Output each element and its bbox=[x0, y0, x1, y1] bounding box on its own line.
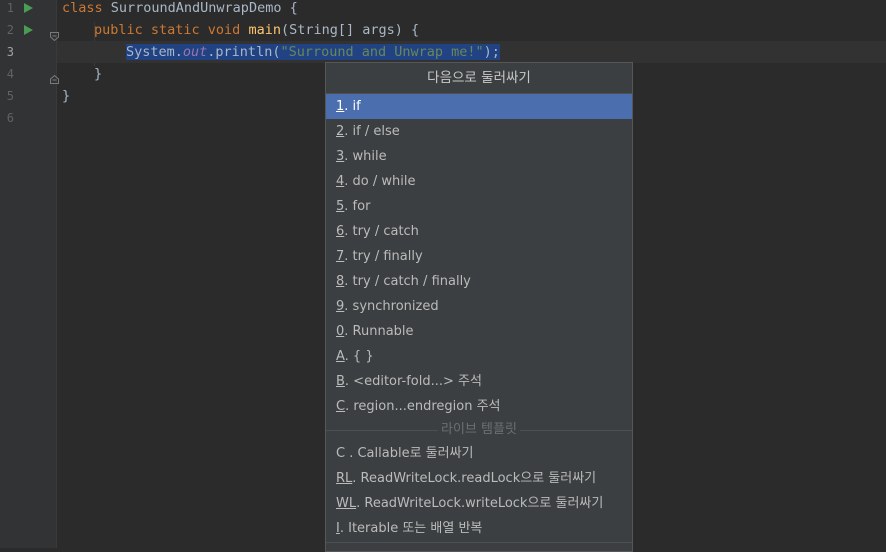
code-text: .println( bbox=[207, 44, 281, 60]
surround-item-while[interactable]: 3. while bbox=[326, 144, 632, 169]
surround-item-braces[interactable]: A. { } bbox=[326, 344, 632, 369]
surround-item-try-catch-finally[interactable]: 8. try / catch / finally bbox=[326, 269, 632, 294]
live-templates-separator: 라이브 템플릿 bbox=[326, 419, 632, 441]
item-label: . try / finally bbox=[344, 249, 423, 264]
surround-item-for[interactable]: 5. for bbox=[326, 194, 632, 219]
item-label: . for bbox=[344, 199, 371, 214]
item-label: . if bbox=[344, 99, 361, 114]
popup-title: 다음으로 둘러싸기 bbox=[326, 63, 632, 94]
mnemonic: C bbox=[336, 399, 346, 414]
run-class-icon[interactable] bbox=[22, 2, 34, 14]
line-number[interactable]: 5 bbox=[0, 85, 14, 107]
closing-brace: } bbox=[62, 88, 71, 104]
template-item-iterable[interactable]: I. Iterable 또는 배열 반복 bbox=[326, 516, 632, 541]
popup-bottom-edge bbox=[326, 542, 632, 543]
code-line-1[interactable]: class SurroundAndUnwrapDemo { bbox=[57, 0, 886, 19]
line-number[interactable]: 1 bbox=[0, 0, 14, 19]
item-label: . Iterable 또는 배열 반복 bbox=[339, 521, 483, 536]
item-label: . while bbox=[344, 149, 387, 164]
surround-item-synchronized[interactable]: 9. synchronized bbox=[326, 294, 632, 319]
item-label: . try / catch bbox=[344, 224, 419, 239]
surround-with-popup: 다음으로 둘러싸기 1. if 2. if / else 3. while 4.… bbox=[325, 62, 633, 552]
string-literal: "Surround and Unwrap me!" bbox=[280, 44, 484, 60]
item-label: . if / else bbox=[344, 124, 400, 139]
static-field: out bbox=[182, 44, 208, 60]
line-number[interactable]: 6 bbox=[0, 107, 14, 129]
item-label: . { } bbox=[344, 349, 374, 364]
surround-item-region[interactable]: C. region...endregion 주석 bbox=[326, 394, 632, 419]
item-label: . region...endregion 주석 bbox=[345, 399, 501, 414]
line-number[interactable]: 2 bbox=[0, 19, 14, 41]
surround-item-try-finally[interactable]: 7. try / finally bbox=[326, 244, 632, 269]
item-label: . ReadWriteLock.writeLock으로 둘러싸기 bbox=[356, 496, 604, 511]
surround-item-if-else[interactable]: 2. if / else bbox=[326, 119, 632, 144]
surround-item-do-while[interactable]: 4. do / while bbox=[326, 169, 632, 194]
run-main-icon[interactable] bbox=[22, 24, 34, 36]
surround-item-if[interactable]: 1. if bbox=[326, 94, 632, 119]
code-text: ); bbox=[483, 44, 500, 60]
item-label: . ReadWriteLock.readLock으로 둘러싸기 bbox=[352, 471, 597, 486]
closing-brace: } bbox=[94, 66, 103, 82]
item-label: . synchronized bbox=[344, 299, 439, 314]
code-text: (String[] args) { bbox=[280, 22, 420, 38]
code-text: SurroundAndUnwrapDemo { bbox=[102, 0, 298, 16]
code-text: System. bbox=[126, 44, 183, 60]
mnemonic: A bbox=[336, 349, 345, 364]
template-item-callable[interactable]: C . Callable로 둘러싸기 bbox=[326, 441, 632, 466]
surround-item-runnable[interactable]: 0. Runnable bbox=[326, 319, 632, 344]
item-label: . <editor-fold...> 주석 bbox=[344, 374, 482, 389]
mnemonic: WL bbox=[336, 496, 357, 511]
keyword: public static void bbox=[94, 22, 241, 38]
line-number[interactable]: 4 bbox=[0, 63, 14, 85]
code-line-2[interactable]: public static void main(String[] args) { bbox=[57, 19, 886, 41]
surround-item-editor-fold[interactable]: B. <editor-fold...> 주석 bbox=[326, 369, 632, 394]
selected-code[interactable]: System.out.println("Surround and Unwrap … bbox=[126, 44, 500, 60]
editor-gutter: 1 2 3 4 5 6 bbox=[0, 0, 59, 548]
item-label: C . Callable로 둘러싸기 bbox=[336, 446, 474, 461]
separator-label: 라이브 템플릿 bbox=[438, 422, 520, 437]
item-label: . do / while bbox=[344, 174, 416, 189]
template-item-readlock[interactable]: RL. ReadWriteLock.readLock으로 둘러싸기 bbox=[326, 466, 632, 491]
keyword: class bbox=[62, 0, 103, 16]
template-item-writelock[interactable]: WL. ReadWriteLock.writeLock으로 둘러싸기 bbox=[326, 491, 632, 516]
mnemonic: RL bbox=[336, 471, 353, 486]
mnemonic: B bbox=[336, 374, 345, 389]
code-line-3[interactable]: System.out.println("Surround and Unwrap … bbox=[57, 41, 886, 63]
line-number-current[interactable]: 3 bbox=[0, 41, 14, 63]
method-name: main bbox=[248, 22, 281, 38]
item-label: . Runnable bbox=[344, 324, 414, 339]
surround-item-try-catch[interactable]: 6. try / catch bbox=[326, 219, 632, 244]
item-label: . try / catch / finally bbox=[344, 274, 471, 289]
